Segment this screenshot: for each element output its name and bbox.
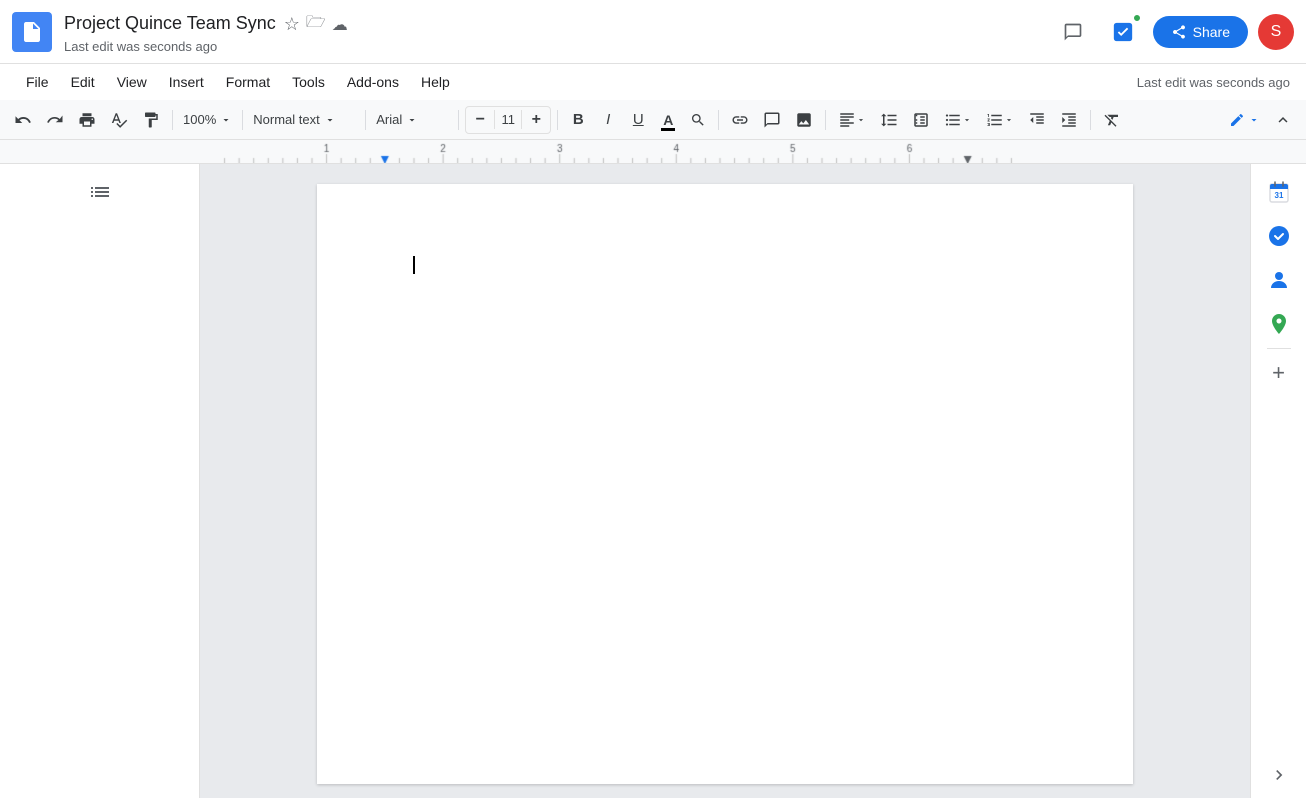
document-page[interactable] (317, 184, 1133, 784)
ruler-canvas (0, 140, 1306, 164)
collapse-toolbar-button[interactable] (1268, 106, 1298, 134)
separator-5 (557, 110, 558, 130)
text-style-select[interactable]: Normal text (249, 106, 359, 134)
paint-format-button[interactable] (136, 106, 166, 134)
print-button[interactable] (72, 106, 102, 134)
menu-file[interactable]: File (16, 70, 59, 94)
zoom-select[interactable]: 100% (179, 106, 236, 134)
outline-icon[interactable] (88, 180, 112, 210)
menu-view[interactable]: View (107, 70, 157, 94)
text-cursor (413, 256, 415, 274)
add-app-button[interactable]: + (1259, 353, 1299, 393)
top-right: Share S (1053, 12, 1294, 52)
highlight-button[interactable] (684, 106, 712, 134)
toolbar: 100% Normal text Arial − 11 + B I U A (0, 100, 1306, 140)
menu-tools[interactable]: Tools (282, 70, 335, 94)
menu-edit[interactable]: Edit (61, 70, 105, 94)
decrease-indent-button[interactable] (1022, 106, 1052, 134)
toolbar-right (1223, 106, 1298, 134)
separator-4 (458, 110, 459, 130)
separator-1 (172, 110, 173, 130)
ruler (0, 140, 1306, 164)
numbered-list-button[interactable] (980, 106, 1020, 134)
undo-button[interactable] (8, 106, 38, 134)
clear-formatting-button[interactable] (1097, 106, 1127, 134)
last-edit-status: Last edit was seconds ago (1137, 75, 1290, 90)
decrease-font-size-button[interactable]: − (466, 106, 494, 134)
increase-indent-button[interactable] (1054, 106, 1084, 134)
insert-link-button[interactable] (725, 106, 755, 134)
top-bar: Project Quince Team Sync ☆ 🗁 ☁ Last edit… (0, 0, 1306, 64)
menu-format[interactable]: Format (216, 70, 280, 94)
share-button[interactable]: Share (1153, 16, 1248, 48)
main-area: 31 + (0, 164, 1306, 798)
doc-icon (12, 12, 52, 52)
font-size-area: − 11 + (465, 106, 551, 134)
title-area: Project Quince Team Sync ☆ 🗁 ☁ Last edit… (64, 9, 1053, 54)
bold-button[interactable]: B (564, 106, 592, 134)
left-sidebar (0, 164, 200, 798)
menu-insert[interactable]: Insert (159, 70, 214, 94)
folder-icon[interactable]: 🗁 (306, 11, 326, 38)
separator-8 (1090, 110, 1091, 130)
separator-3 (365, 110, 366, 130)
text-color-button[interactable]: A (654, 106, 682, 134)
increase-font-size-button[interactable]: + (522, 106, 550, 134)
separator-7 (825, 110, 826, 130)
menu-addons[interactable]: Add-ons (337, 70, 409, 94)
suggest-edits-button[interactable] (1103, 12, 1143, 52)
spelling-button[interactable] (104, 106, 134, 134)
google-maps-button[interactable] (1259, 304, 1299, 344)
star-icon[interactable]: ☆ (284, 14, 300, 35)
doc-title-text[interactable]: Project Quince Team Sync (64, 13, 276, 34)
redo-button[interactable] (40, 106, 70, 134)
align-button[interactable] (832, 106, 872, 134)
menu-bar: File Edit View Insert Format Tools Add-o… (0, 64, 1306, 100)
menu-help[interactable]: Help (411, 70, 460, 94)
title-icons: ☆ 🗁 ☁ (284, 11, 348, 38)
separator-2 (242, 110, 243, 130)
user-avatar[interactable]: S (1258, 14, 1294, 50)
checklist-button[interactable] (906, 106, 936, 134)
google-tasks-button[interactable] (1259, 216, 1299, 256)
doc-title: Project Quince Team Sync ☆ 🗁 ☁ (64, 9, 1053, 38)
collapse-right-panel-button[interactable] (1269, 765, 1289, 790)
comment-history-button[interactable] (1053, 12, 1093, 52)
doc-area[interactable] (200, 164, 1250, 798)
svg-text:31: 31 (1274, 191, 1283, 200)
underline-button[interactable]: U (624, 106, 652, 134)
google-calendar-button[interactable]: 31 (1259, 172, 1299, 212)
italic-button[interactable]: I (594, 106, 622, 134)
bullet-list-button[interactable] (938, 106, 978, 134)
separator-6 (718, 110, 719, 130)
text-style-value: Normal text (253, 112, 319, 127)
font-value: Arial (376, 112, 402, 127)
right-apps-panel: 31 + (1250, 164, 1306, 798)
font-size-value: 11 (494, 110, 522, 129)
insert-image-button[interactable] (789, 106, 819, 134)
line-spacing-button[interactable] (874, 106, 904, 134)
sync-status: Last edit was seconds ago (64, 39, 1053, 54)
insert-comment-button[interactable] (757, 106, 787, 134)
font-select[interactable]: Arial (372, 106, 452, 134)
google-contacts-button[interactable] (1259, 260, 1299, 300)
zoom-value: 100% (183, 112, 216, 127)
right-panel-divider (1267, 348, 1291, 349)
cloud-save-icon[interactable]: ☁ (332, 15, 348, 35)
editing-mode-button[interactable] (1223, 106, 1266, 134)
share-label: Share (1193, 24, 1230, 40)
